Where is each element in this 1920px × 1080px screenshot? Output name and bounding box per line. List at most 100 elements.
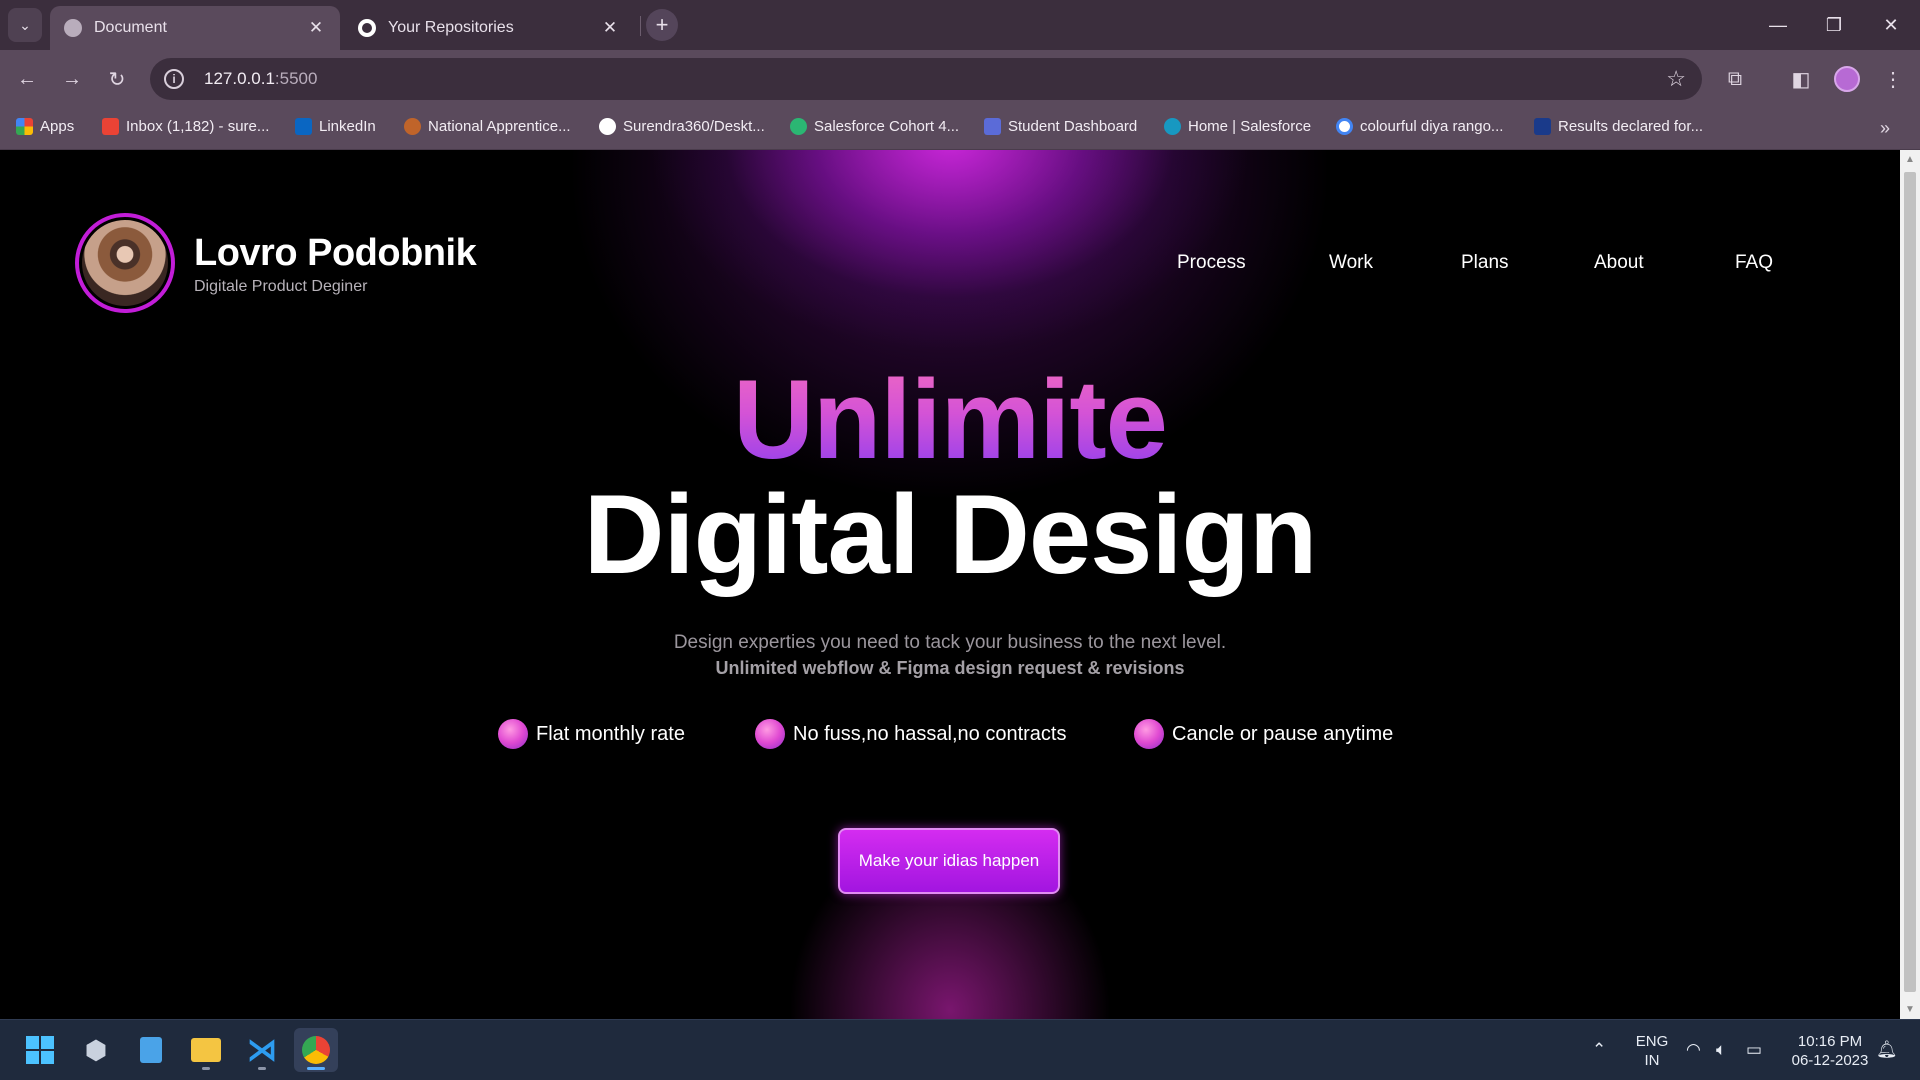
browser-toolbar: ← → ↻ i 127.0.0.1:5500 ☆ ⧉ ◧ ⋮ — [0, 50, 1920, 108]
reload-button[interactable]: ↻ — [100, 62, 134, 96]
puzzle-icon: ⧉ — [1727, 67, 1743, 90]
tab-your-repositories[interactable]: Your Repositories ✕ — [344, 6, 634, 50]
bookmark-gmail[interactable]: Inbox (1,182) - sure... — [102, 118, 269, 135]
bookmark-label: Salesforce Cohort 4... — [814, 118, 960, 135]
scroll-down-icon[interactable]: ▼ — [1905, 1004, 1915, 1015]
close-icon: ✕ — [1883, 14, 1899, 35]
taskbar-app-settings[interactable]: ⬢ — [74, 1028, 118, 1072]
arrow-right-icon: → — [62, 67, 82, 90]
language-indicator[interactable]: ENG IN — [1632, 1032, 1672, 1070]
running-indicator — [202, 1067, 210, 1070]
github-icon — [599, 118, 616, 135]
cta-button[interactable]: Make your idias happen — [838, 828, 1060, 894]
apps-grid-icon — [16, 118, 33, 135]
hero-heading-line1: Unlimite — [0, 355, 1900, 484]
taskbar-app-file-explorer[interactable] — [184, 1028, 228, 1072]
taskbar-app-chrome[interactable] — [294, 1028, 338, 1072]
reload-icon: ↻ — [108, 68, 126, 91]
site-info-icon[interactable]: i — [164, 69, 184, 89]
clock[interactable]: 10:16 PM 06-12-2023 — [1780, 1032, 1880, 1070]
address-bar[interactable]: i 127.0.0.1:5500 ☆ — [150, 58, 1702, 100]
close-icon[interactable]: ✕ — [306, 18, 326, 38]
bookmarks-bar: Apps Inbox (1,182) - sure... LinkedIn Na… — [0, 108, 1920, 150]
nav-link-plans[interactable]: Plans — [1461, 252, 1509, 274]
bookmark-national-apprentice[interactable]: National Apprentice... — [404, 118, 571, 135]
feature-item: Flat monthly rate — [498, 719, 685, 749]
bookmark-linkedin[interactable]: LinkedIn — [295, 118, 376, 135]
tab-document[interactable]: Document ✕ — [50, 6, 340, 50]
nav-link-about[interactable]: About — [1594, 252, 1644, 274]
url-text[interactable]: 127.0.0.1:5500 — [204, 69, 317, 89]
bookmark-label: Results declared for... — [1558, 118, 1704, 135]
page-scrollbar[interactable]: ▲ ▼ — [1900, 150, 1920, 1019]
bookmark-label: Apps — [40, 118, 75, 135]
bookmarks-overflow-icon[interactable]: » — [1880, 118, 1890, 139]
github-icon — [358, 19, 376, 37]
arrow-left-icon: ← — [17, 67, 37, 90]
feature-label: Flat monthly rate — [536, 722, 685, 745]
taskbar: ⬢ ⋊ ⌃ ENG IN ◠ 🔈︎ ▭ 10:16 PM 06-12-2023 … — [0, 1019, 1920, 1080]
globe-icon — [64, 19, 82, 37]
menu-button[interactable]: ⋮ — [1876, 62, 1910, 96]
bookmark-colourful-diya[interactable]: colourful diya rango... — [1336, 118, 1503, 135]
nav-link-process[interactable]: Process — [1177, 252, 1246, 274]
taskbar-app-vscode[interactable]: ⋊ — [240, 1028, 284, 1072]
minimize-button[interactable]: — — [1758, 8, 1798, 42]
bookmark-label: colourful diya rango... — [1360, 118, 1504, 135]
scroll-up-icon[interactable]: ▲ — [1905, 154, 1915, 165]
notification-bell-icon[interactable]: 🔔︎ — [1876, 1040, 1898, 1060]
bookmark-label: Surendra360/Deskt... — [623, 118, 765, 135]
close-icon[interactable]: ✕ — [600, 18, 620, 38]
nav-link-faq[interactable]: FAQ — [1735, 252, 1773, 274]
chevron-down-icon: ⌄ — [19, 16, 31, 33]
bookmark-star-icon[interactable]: ☆ — [1666, 66, 1686, 92]
battery-icon[interactable]: ▭ — [1746, 1040, 1762, 1060]
notepad-icon — [140, 1037, 162, 1063]
url-host: 127.0.0.1 — [204, 69, 275, 88]
bookmark-label: LinkedIn — [319, 118, 376, 135]
close-window-button[interactable]: ✕ — [1871, 8, 1911, 42]
nav-link-work[interactable]: Work — [1329, 252, 1373, 274]
brand-subtitle: Digitale Product Deginer — [194, 278, 368, 295]
restore-icon: ❐ — [1825, 14, 1843, 35]
feature-item: No fuss,no hassal,no contracts — [755, 719, 1066, 749]
bookmark-label: Inbox (1,182) - sure... — [126, 118, 270, 135]
tab-title: Your Repositories — [388, 19, 514, 36]
tab-search-button[interactable]: ⌄ — [8, 8, 42, 42]
vscode-icon: ⋊ — [247, 1033, 277, 1067]
chevron-up-icon[interactable]: ⌃ — [1592, 1040, 1606, 1060]
restore-button[interactable]: ❐ — [1814, 8, 1854, 42]
windows-icon — [26, 1036, 54, 1064]
bookmark-label: Student Dashboard — [1008, 118, 1138, 135]
extensions-button[interactable]: ⧉ — [1718, 62, 1752, 96]
clock-date: 06-12-2023 — [1791, 1052, 1869, 1069]
profile-avatar[interactable] — [1834, 66, 1860, 92]
results-icon — [1534, 118, 1551, 135]
chrome-icon — [302, 1036, 330, 1064]
bookmark-salesforce-cohort[interactable]: Salesforce Cohort 4... — [790, 118, 959, 135]
bullet-dot-icon — [1134, 719, 1164, 749]
new-tab-button[interactable]: + — [646, 9, 678, 41]
avatar-image — [82, 220, 168, 306]
back-button[interactable]: ← — [10, 62, 44, 96]
bookmark-label: National Apprentice... — [428, 118, 571, 135]
wifi-icon[interactable]: ◠ — [1686, 1040, 1701, 1060]
running-indicator — [307, 1067, 325, 1070]
plus-icon: + — [655, 12, 669, 37]
side-panel-button[interactable]: ◧ — [1784, 62, 1818, 96]
bookmark-github[interactable]: Surendra360/Deskt... — [599, 118, 765, 135]
bookmark-results-declared[interactable]: Results declared for... — [1534, 118, 1703, 135]
side-panel-icon: ◧ — [1791, 68, 1811, 91]
forward-button[interactable]: → — [55, 62, 89, 96]
hero-heading-line2: Digital Design — [583, 472, 1318, 597]
bookmark-student-dashboard[interactable]: Student Dashboard — [984, 118, 1137, 135]
volume-icon[interactable]: 🔈︎ — [1716, 1040, 1726, 1060]
minimize-icon: — — [1769, 14, 1787, 35]
tab-divider — [640, 16, 641, 36]
start-button[interactable] — [18, 1028, 62, 1072]
bookmark-home-salesforce[interactable]: Home | Salesforce — [1164, 118, 1311, 135]
bookmark-apps[interactable]: Apps — [16, 118, 74, 135]
web-page: Lovro Podobnik Digitale Product Deginer … — [0, 150, 1900, 1019]
scrollbar-thumb[interactable] — [1904, 172, 1916, 992]
taskbar-app-notepad[interactable] — [129, 1028, 173, 1072]
